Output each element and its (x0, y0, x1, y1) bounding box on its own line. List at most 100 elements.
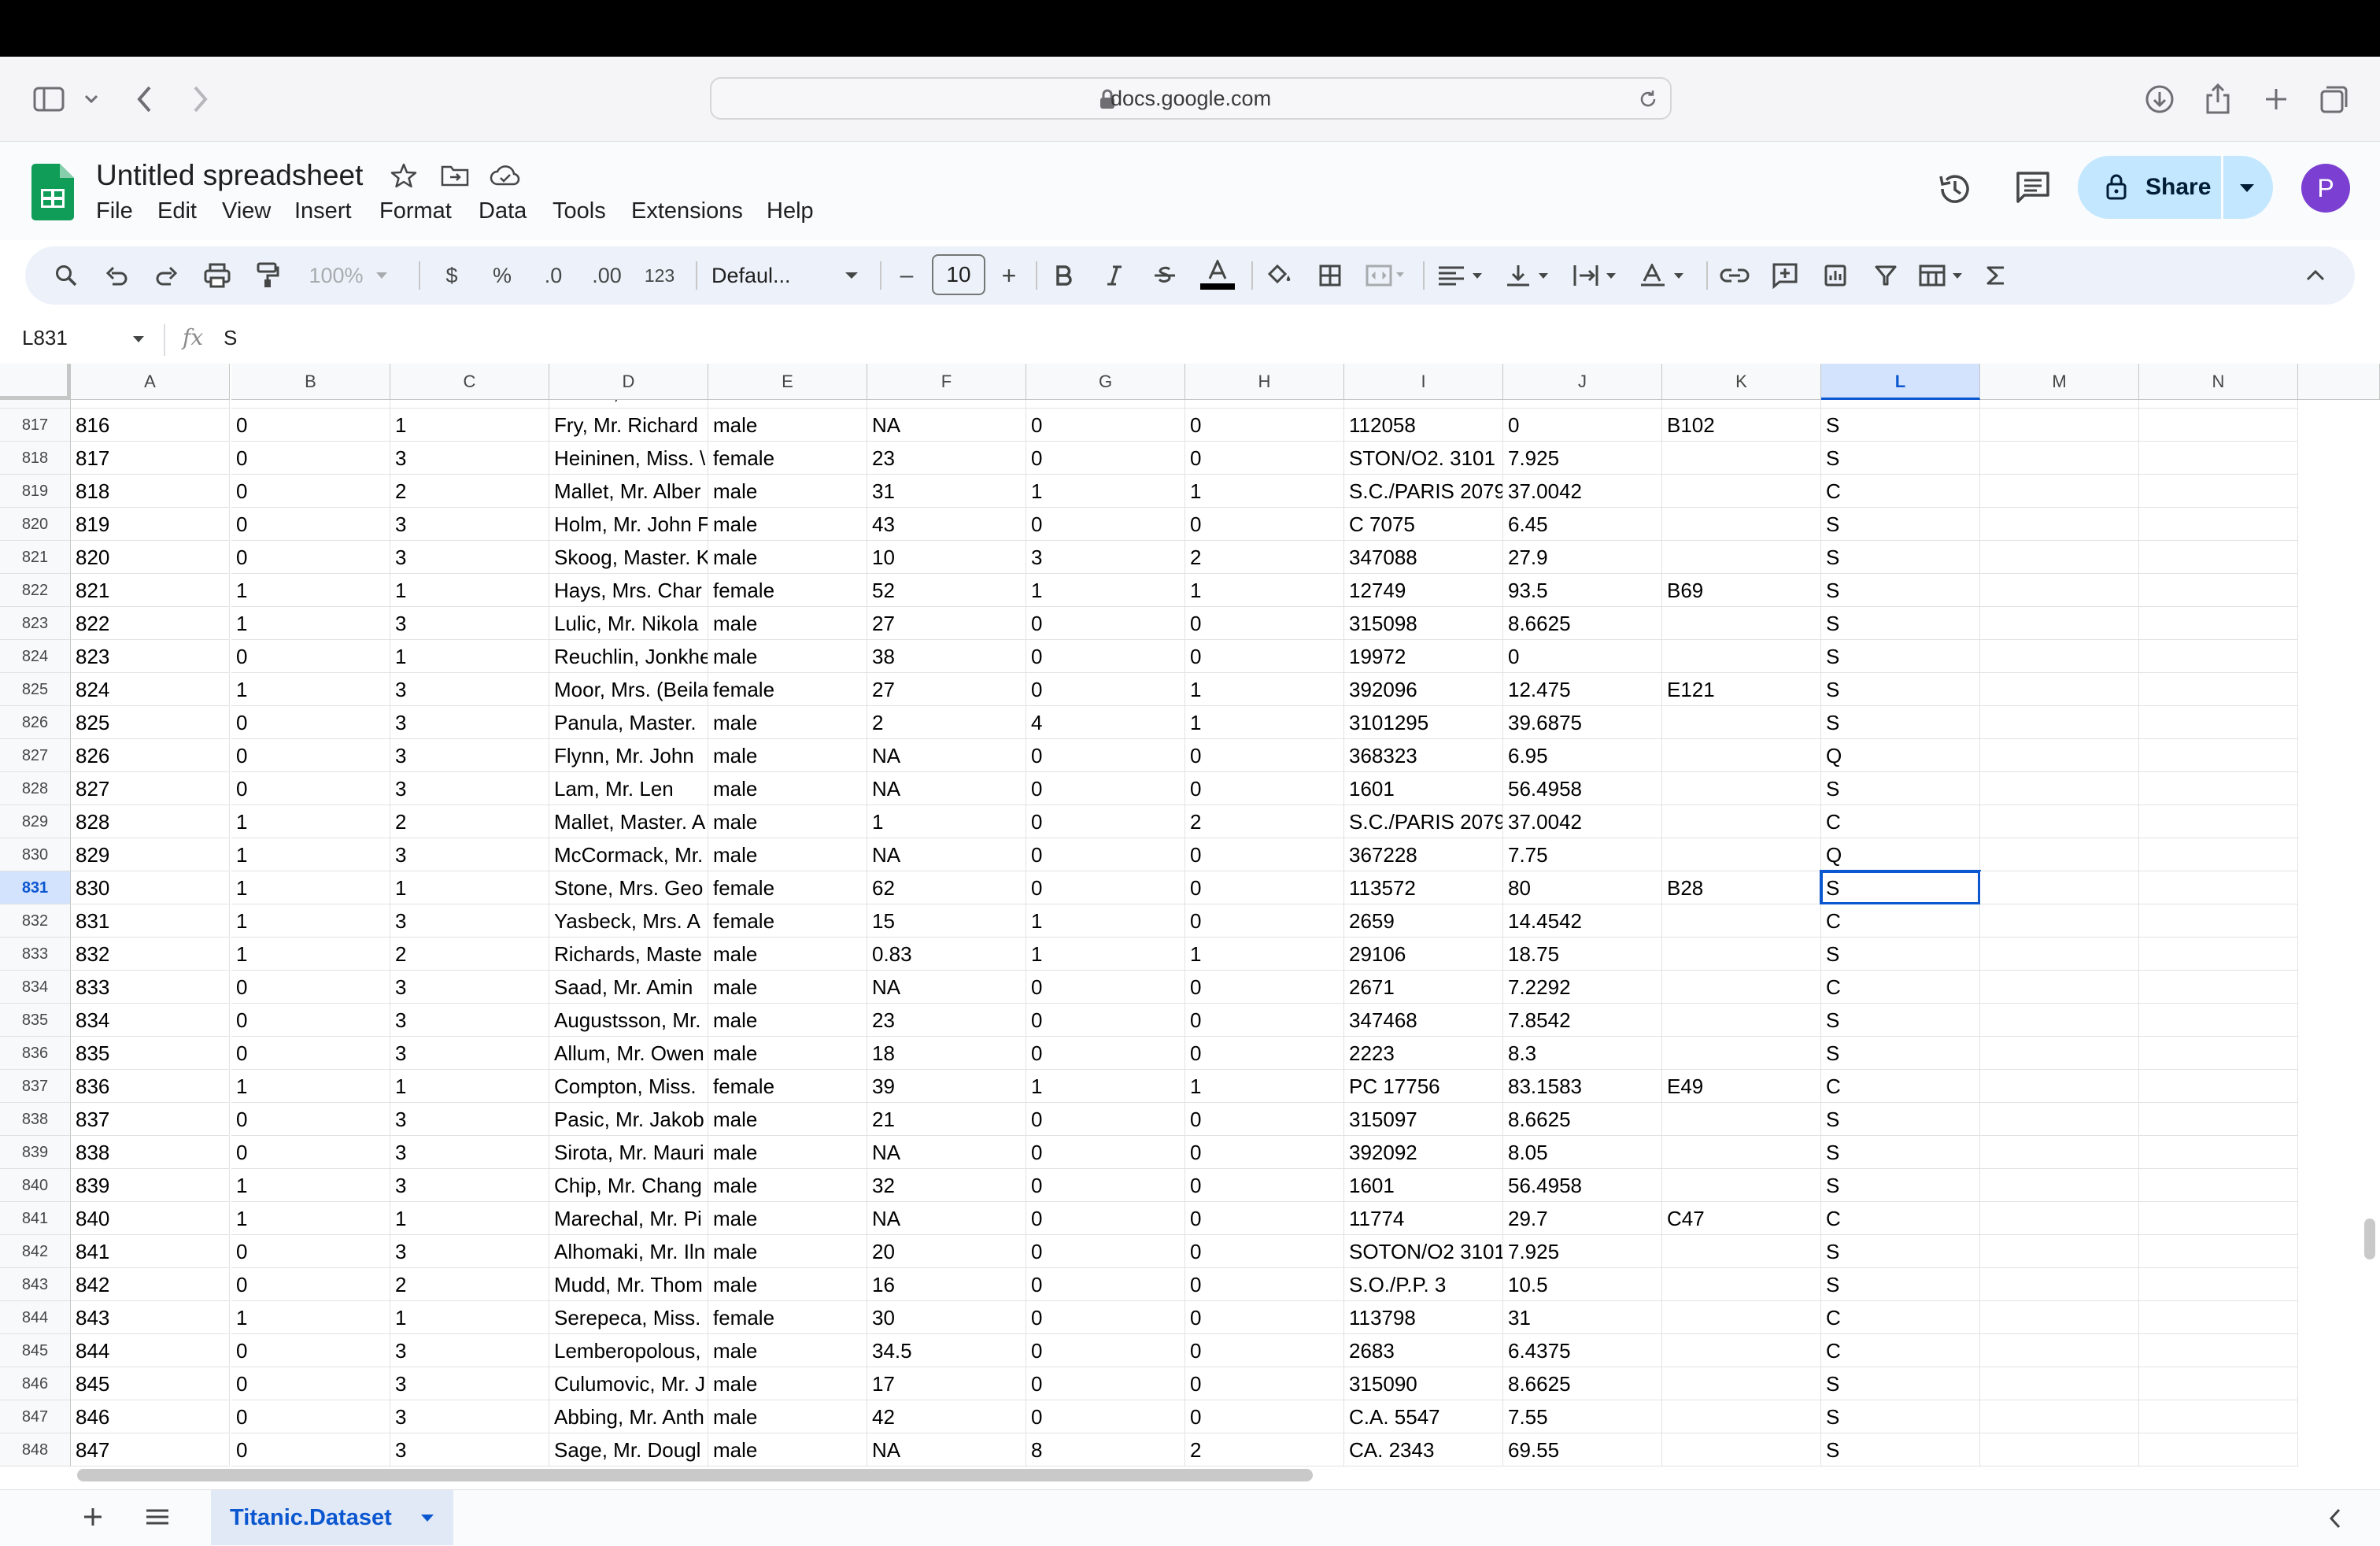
cell-b[interactable]: 0 (231, 1235, 390, 1268)
column-header-k[interactable]: K (1662, 364, 1821, 400)
cell-b[interactable]: 1 (231, 805, 390, 838)
cell-m[interactable] (1980, 1334, 2139, 1367)
cell-n[interactable] (2139, 1367, 2298, 1400)
cell-g[interactable]: 0 (1026, 442, 1185, 475)
cell-h[interactable]: 0 (1185, 772, 1344, 805)
search-menus-icon[interactable] (49, 257, 83, 294)
cell-n[interactable] (2139, 772, 2298, 805)
name-box[interactable]: L831 (22, 326, 68, 350)
cell-k[interactable] (1662, 1334, 1821, 1367)
cell-g[interactable]: 1 (1026, 1070, 1185, 1103)
cell-c[interactable]: 3 (390, 1004, 549, 1037)
formula-input[interactable]: S (224, 326, 237, 350)
cell-n[interactable] (2139, 1268, 2298, 1301)
cell-a[interactable]: 846 (71, 1400, 230, 1433)
cell-j[interactable]: 6.4375 (1503, 1334, 1662, 1367)
cell-h[interactable]: 0 (1185, 1334, 1344, 1367)
cell-e[interactable]: female (708, 442, 867, 475)
cell-h[interactable]: 0 (1185, 640, 1344, 673)
forward-icon[interactable] (181, 80, 219, 118)
cell-n[interactable] (2139, 442, 2298, 475)
horizontal-align-icon[interactable] (1434, 257, 1489, 294)
cell-a[interactable]: 847 (71, 1433, 230, 1466)
cell-n[interactable] (2139, 607, 2298, 640)
cloud-status-icon[interactable] (490, 164, 521, 187)
cell-b[interactable]: 0 (231, 1037, 390, 1070)
cell-f[interactable]: 23 (867, 1004, 1026, 1037)
cell-k[interactable]: B28 (1662, 871, 1821, 904)
cell-j[interactable]: 39.6875 (1503, 706, 1662, 739)
cell-m[interactable] (1980, 871, 2139, 904)
cell-l[interactable]: S (1821, 673, 1980, 706)
cell-i[interactable]: 315098 (1344, 607, 1503, 640)
cell-l[interactable]: S (1821, 607, 1980, 640)
cell-h[interactable]: 0 (1185, 1202, 1344, 1235)
row-header[interactable]: 836 (0, 1037, 71, 1070)
cell-h[interactable]: 0 (1185, 409, 1344, 442)
cell-a[interactable]: 834 (71, 1004, 230, 1037)
row-header[interactable]: 835 (0, 1004, 71, 1037)
cell-k[interactable] (1662, 475, 1821, 508)
cell-c[interactable]: 3 (390, 1400, 549, 1433)
cell-l[interactable]: C (1821, 1301, 1980, 1334)
cell-c[interactable]: 2 (390, 475, 549, 508)
column-header-c[interactable]: C (390, 364, 549, 400)
cell-f[interactable]: 1 (867, 805, 1026, 838)
cell-k[interactable] (1662, 442, 1821, 475)
cell-j[interactable]: 56.4958 (1503, 1169, 1662, 1202)
cell-a[interactable]: 828 (71, 805, 230, 838)
cell-g[interactable]: 0 (1026, 1202, 1185, 1235)
explore-panel-chevron-icon[interactable] (2328, 1507, 2342, 1529)
cell-l[interactable]: C (1821, 805, 1980, 838)
menu-format[interactable]: Format (379, 198, 452, 224)
cell-i[interactable]: 2659 (1344, 904, 1503, 938)
cell-k[interactable] (1662, 971, 1821, 1004)
cell-c[interactable]: 3 (390, 1433, 549, 1466)
cell-n[interactable] (2139, 574, 2298, 607)
cell-l[interactable]: S (1821, 1367, 1980, 1400)
cell-m[interactable] (1980, 739, 2139, 772)
decrease-font-size-button[interactable]: – (891, 257, 922, 294)
cell-l[interactable]: S (1821, 640, 1980, 673)
cell-f[interactable]: NA (867, 1433, 1026, 1466)
name-box-dropdown-icon[interactable] (132, 335, 145, 343)
cell-a[interactable]: 820 (71, 541, 230, 574)
cell-d[interactable]: Allum, Mr. Owen (549, 1037, 708, 1070)
cell-m[interactable] (1980, 607, 2139, 640)
cell-a[interactable]: 829 (71, 838, 230, 871)
cell-f[interactable]: 32 (867, 1169, 1026, 1202)
cell-j[interactable]: 7.2292 (1503, 971, 1662, 1004)
cell-c[interactable]: 3 (390, 706, 549, 739)
row-header[interactable]: 821 (0, 541, 71, 574)
cell-g[interactable]: 0 (1026, 673, 1185, 706)
cell-d[interactable]: Marechal, Mr. Pi (549, 1202, 708, 1235)
cell-h[interactable]: 0 (1185, 1136, 1344, 1169)
cell-f[interactable]: 0.83 (867, 938, 1026, 971)
cell-f[interactable]: 2 (867, 706, 1026, 739)
row-header[interactable]: 826 (0, 706, 71, 739)
cell-d[interactable]: Culumovic, Mr. J (549, 1367, 708, 1400)
cell-c[interactable]: 3 (390, 673, 549, 706)
cell-a[interactable]: 841 (71, 1235, 230, 1268)
back-icon[interactable] (126, 80, 164, 118)
cell-b[interactable]: 0 (231, 1367, 390, 1400)
reload-icon[interactable] (1637, 88, 1659, 110)
cell-e[interactable]: male (708, 1169, 867, 1202)
row-header[interactable]: 828 (0, 772, 71, 805)
cell-h[interactable]: 0 (1185, 1301, 1344, 1334)
cell-n[interactable] (2139, 1202, 2298, 1235)
strikethrough-icon[interactable] (1148, 257, 1182, 294)
cell-j[interactable]: 0 (1503, 409, 1662, 442)
cell-a[interactable]: 835 (71, 1037, 230, 1070)
cell-g[interactable]: 0 (1026, 971, 1185, 1004)
cell-i[interactable]: S.O./P.P. 3 (1344, 1268, 1503, 1301)
redo-icon[interactable] (150, 257, 184, 294)
cell-k[interactable] (1662, 1433, 1821, 1466)
cell-c[interactable]: 2 (390, 938, 549, 971)
cell-n[interactable] (2139, 1433, 2298, 1466)
row-header[interactable]: 818 (0, 442, 71, 475)
cell-n[interactable] (2139, 706, 2298, 739)
cell-i[interactable]: 315097 (1344, 1103, 1503, 1136)
cell-e[interactable]: male (708, 1004, 867, 1037)
cell-a[interactable]: 836 (71, 1070, 230, 1103)
